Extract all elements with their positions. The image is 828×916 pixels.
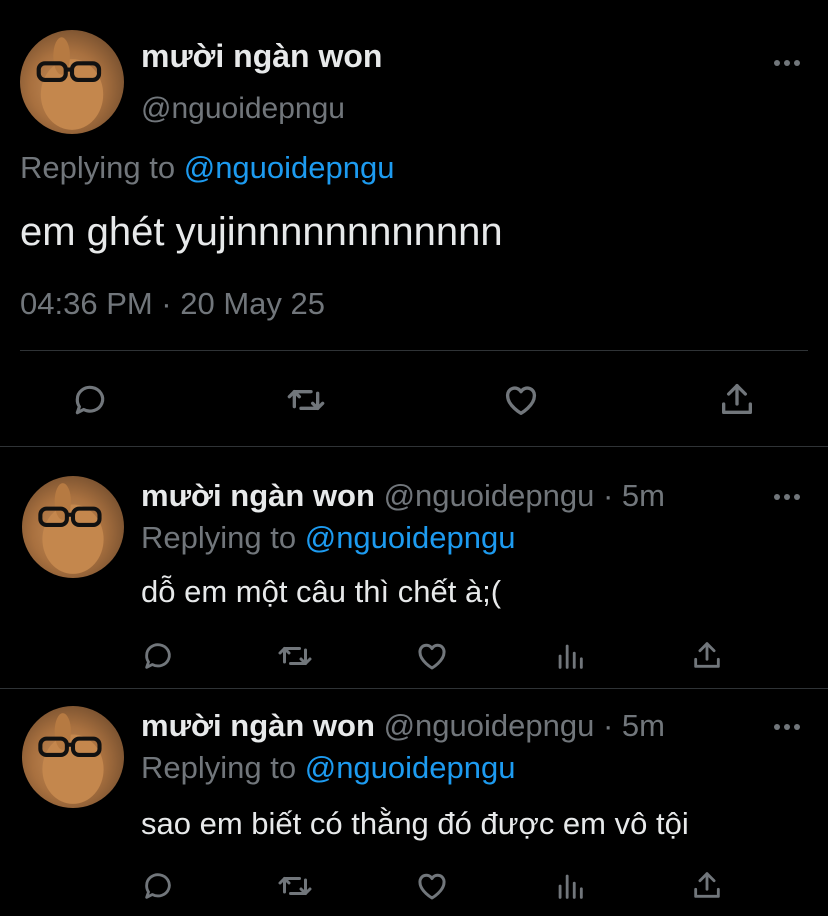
display-name[interactable]: mười ngàn won <box>141 38 382 75</box>
like-icon <box>505 386 537 415</box>
avatar[interactable] <box>20 30 124 134</box>
replying-prefix: Replying to <box>20 150 176 185</box>
avatar-image <box>38 713 104 804</box>
reply-button[interactable] <box>140 868 176 904</box>
tweet-text: em ghét yujinnnnnnnnnnnn <box>20 210 503 254</box>
retweet-button[interactable] <box>276 638 314 674</box>
replying-handle-link[interactable]: @nguoidepngu <box>305 750 516 785</box>
divider <box>0 688 828 689</box>
like-button[interactable] <box>414 868 450 904</box>
divider <box>0 446 828 447</box>
share-icon <box>694 872 720 898</box>
display-name[interactable]: mười ngàn won <box>141 708 375 743</box>
like-icon <box>418 873 446 900</box>
more-icon[interactable] <box>772 56 802 70</box>
more-icon[interactable] <box>772 490 802 504</box>
share-button[interactable] <box>688 636 726 674</box>
reply-button[interactable] <box>70 380 110 420</box>
replying-prefix: Replying to <box>141 750 297 785</box>
post-time[interactable]: · 5m <box>603 708 665 743</box>
reply-header: mười ngàn won @nguoidepngu · 5m <box>141 478 665 514</box>
replying-to: Replying to @nguoidepngu <box>141 750 515 786</box>
retweet-button[interactable] <box>284 380 328 420</box>
replying-to: Replying to @nguoidepngu <box>20 150 394 186</box>
reply-button[interactable] <box>140 638 176 674</box>
share-button[interactable] <box>716 378 758 420</box>
tweet-text: sao em biết có thằng đó được em vô tội <box>141 806 689 841</box>
handle[interactable]: @nguoidepngu <box>141 92 345 126</box>
replying-handle-link[interactable]: @nguoidepngu <box>184 150 395 185</box>
tweet-timestamp[interactable]: 04:36 PM · 20 May 25 <box>20 286 325 322</box>
divider <box>20 350 808 351</box>
share-icon <box>694 642 720 668</box>
retweet-icon <box>278 877 312 895</box>
avatar[interactable] <box>22 706 124 808</box>
post-time[interactable]: · 5m <box>603 478 665 513</box>
analytics-icon <box>558 874 583 899</box>
handle[interactable]: @nguoidepngu <box>384 478 595 513</box>
handle[interactable]: @nguoidepngu <box>384 708 595 743</box>
reply-icon <box>145 873 171 899</box>
share-icon <box>722 384 752 414</box>
more-icon[interactable] <box>772 720 802 734</box>
retweet-icon <box>287 390 325 410</box>
share-button[interactable] <box>688 866 726 904</box>
analytics-button[interactable] <box>552 868 588 904</box>
analytics-icon <box>558 644 583 669</box>
display-name[interactable]: mười ngàn won <box>141 478 375 513</box>
replying-to: Replying to @nguoidepngu <box>141 520 515 556</box>
avatar-image <box>38 483 104 574</box>
like-button[interactable] <box>500 380 542 420</box>
avatar-image <box>36 37 104 130</box>
avatar[interactable] <box>22 476 124 578</box>
retweet-button[interactable] <box>276 868 314 904</box>
retweet-icon <box>278 647 312 665</box>
like-icon <box>418 643 446 670</box>
replying-prefix: Replying to <box>141 520 297 555</box>
replying-handle-link[interactable]: @nguoidepngu <box>305 520 516 555</box>
reply-header: mười ngàn won @nguoidepngu · 5m <box>141 708 665 744</box>
tweet-text: dỗ em một câu thì chết à;( <box>141 574 502 609</box>
analytics-button[interactable] <box>552 638 588 674</box>
reply-icon <box>145 643 171 669</box>
reply-icon <box>75 385 105 415</box>
like-button[interactable] <box>414 638 450 674</box>
